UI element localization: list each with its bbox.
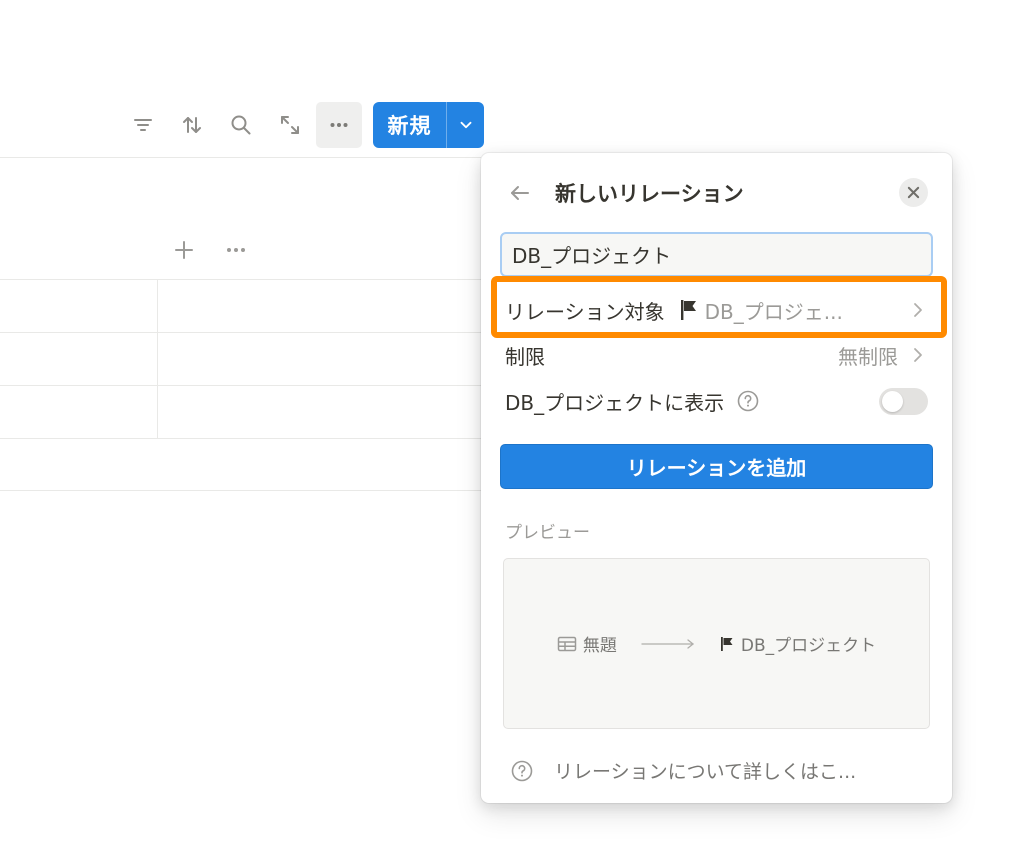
- show-on-toggle[interactable]: [879, 387, 928, 415]
- new-dropdown-button[interactable]: [446, 102, 484, 148]
- more-icon[interactable]: [316, 102, 362, 148]
- table-divider: [0, 157, 481, 158]
- chevron-right-icon: [914, 348, 922, 362]
- table-row-divider: [0, 490, 481, 491]
- arrow-right-icon: [641, 638, 694, 649]
- relation-preview: 無題 DB_プロジェクト: [503, 558, 930, 729]
- table-header-divider: [0, 279, 481, 280]
- back-arrow-icon[interactable]: [505, 178, 535, 208]
- add-relation-button[interactable]: リレーションを追加: [500, 444, 933, 489]
- relation-name-input[interactable]: [500, 232, 933, 277]
- relation-target-highlight: [491, 276, 947, 338]
- popover-title: 新しいリレーション: [555, 182, 744, 206]
- add-column-icon[interactable]: [172, 238, 196, 262]
- sort-icon[interactable]: [169, 102, 215, 148]
- toggle-knob: [882, 390, 903, 412]
- preview-source: 無題: [582, 636, 617, 656]
- preview-target: DB_プロジェクト: [740, 636, 877, 656]
- table-row-divider: [0, 438, 481, 439]
- new-button-group: 新規: [373, 102, 484, 148]
- filter-icon[interactable]: [120, 102, 166, 148]
- help-icon: [511, 760, 533, 781]
- new-relation-popover: 新しいリレーション リレーション対象 DB_プロジェ... 制限 無制限 DB_…: [481, 153, 952, 803]
- table-icon: [557, 636, 577, 651]
- limit-label: 制限: [505, 344, 545, 369]
- flag-icon: [720, 636, 733, 651]
- search-icon[interactable]: [218, 102, 264, 148]
- view-toolbar: [120, 102, 365, 148]
- show-on-row: DB_プロジェクトに表示: [505, 381, 928, 421]
- learn-more-text: リレーションについて詳しくはこ...: [554, 761, 857, 783]
- table-row-divider: [0, 332, 481, 333]
- show-on-label: DB_プロジェクトに表示: [505, 390, 725, 415]
- preview-label: プレビュー: [505, 523, 590, 543]
- popover-header: 新しいリレーション: [505, 175, 928, 211]
- table-column-divider: [157, 279, 158, 438]
- new-button[interactable]: 新規: [373, 102, 446, 148]
- table-row-divider: [0, 385, 481, 386]
- learn-more-link[interactable]: リレーションについて詳しくはこ...: [510, 757, 856, 784]
- help-icon[interactable]: [736, 389, 760, 413]
- close-icon[interactable]: [899, 178, 928, 207]
- limit-value: 無制限: [838, 344, 898, 369]
- column-more-icon[interactable]: [224, 240, 248, 260]
- expand-icon[interactable]: [267, 102, 313, 148]
- limit-row[interactable]: 制限 無制限: [505, 335, 928, 375]
- chevron-down-icon: [460, 121, 471, 129]
